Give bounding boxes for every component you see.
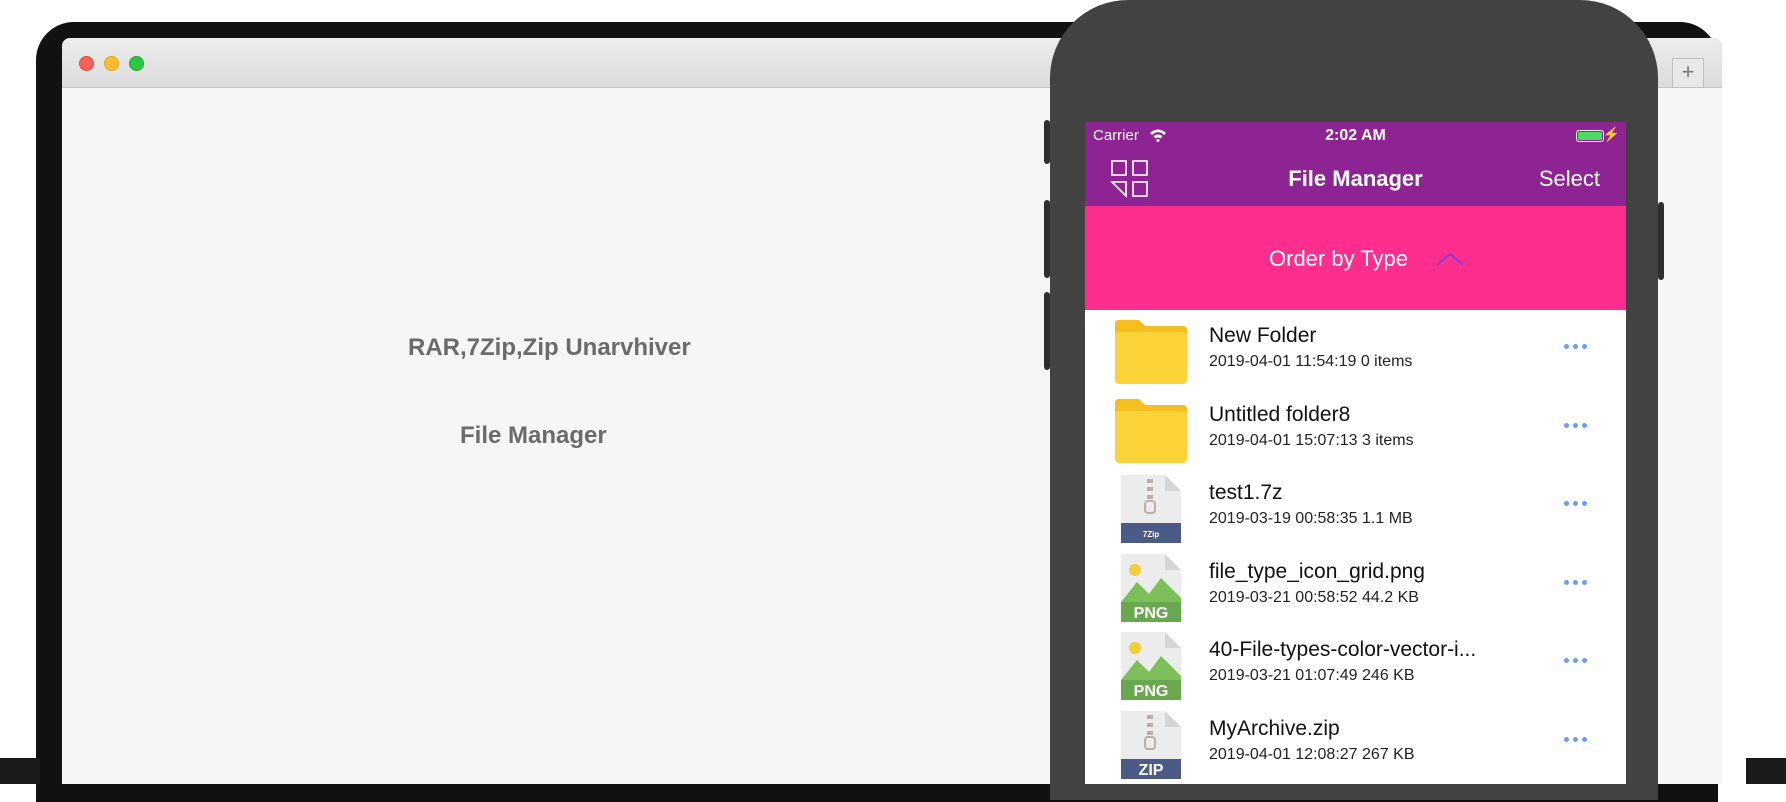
svg-text:PNG: PNG [1134,683,1169,700]
more-options-icon[interactable] [1564,572,1592,585]
close-window-button[interactable] [79,56,94,71]
svg-text:PNG: PNG [1134,605,1169,622]
file-name: file_type_icon_grid.png [1209,559,1425,583]
file-row[interactable]: PNG file_type_icon_grid.png 2019-03-21 00:… [1085,546,1626,625]
file-list: New Folder 2019-04-01 11:54:19 0 items Unt… [1085,310,1626,781]
select-button[interactable]: Select [1539,166,1600,192]
svg-text:ZIP: ZIP [1139,762,1164,779]
file-row[interactable]: 7Zip test1.7z 2019-03-19 00:58:35 1.1 MB [1085,467,1626,546]
file-row[interactable]: Untitled folder8 2019-04-01 15:07:13 3 it… [1085,389,1626,468]
file-row[interactable]: New Folder 2019-04-01 11:54:19 0 items [1085,310,1626,389]
folder-icon [1113,395,1189,467]
file-name: Untitled folder8 [1209,402,1351,426]
power-button [1658,202,1664,280]
more-options-icon[interactable] [1564,729,1592,742]
laptop-base-left [0,758,40,784]
new-tab-button[interactable]: + [1672,58,1704,88]
nav-bar: File Manager Select [1085,150,1626,206]
order-by-bar[interactable]: Order by Type [1085,206,1626,310]
volume-up-button [1044,200,1050,278]
phone-screen: Carrier 2:02 AM ⚡ File Manager Select Or… [1085,122,1626,784]
file-name: 40-File-types-color-vector-i... [1209,638,1477,661]
file-meta: 2019-03-21 01:07:49 246 KB [1209,667,1415,684]
more-options-icon[interactable] [1564,336,1592,349]
7zip-file-icon: 7Zip [1113,473,1189,545]
volume-down-button [1044,292,1050,370]
more-options-icon[interactable] [1564,493,1592,506]
app-title-line2: File Manager [460,422,607,449]
laptop-base-right [1746,758,1786,784]
folder-icon [1113,316,1189,388]
file-row[interactable]: PNG 40-File-types-color-vector-i... 2019-0… [1085,624,1626,703]
file-meta: 2019-04-01 12:08:27 267 KB [1209,745,1415,763]
order-by-label: Order by Type [1269,246,1408,271]
battery-fill [1578,132,1602,140]
svg-text:7Zip: 7Zip [1143,530,1160,539]
file-meta: 2019-04-01 15:07:13 3 items [1209,431,1414,449]
zoom-window-button[interactable] [129,56,144,71]
zip-file-icon: ZIP [1113,709,1189,781]
chevron-up-icon[interactable] [1435,250,1465,268]
status-time: 2:02 AM [1325,127,1386,144]
app-title-line1: RAR,7Zip,Zip Unarvhiver [408,334,691,361]
file-meta: 2019-03-21 00:58:52 44.2 KB [1209,588,1419,606]
file-meta: 2019-04-01 11:54:19 0 items [1209,353,1413,370]
more-options-icon[interactable] [1564,650,1592,663]
charging-icon: ⚡ [1602,126,1620,142]
more-options-icon[interactable] [1564,415,1592,428]
mute-switch [1044,120,1050,164]
file-name: test1.7z [1209,481,1283,504]
minimize-window-button[interactable] [104,56,119,71]
png-file-icon: PNG [1113,552,1189,624]
file-row[interactable]: ZIP MyArchive.zip 2019-04-01 12:08:27 267 … [1085,703,1626,782]
file-name: New Folder [1209,324,1317,347]
battery-icon [1576,130,1604,142]
file-meta: 2019-03-19 00:58:35 1.1 MB [1209,510,1413,527]
file-name: MyArchive.zip [1209,716,1340,740]
png-file-icon: PNG [1113,630,1189,702]
status-bar: Carrier 2:02 AM ⚡ [1085,122,1626,150]
